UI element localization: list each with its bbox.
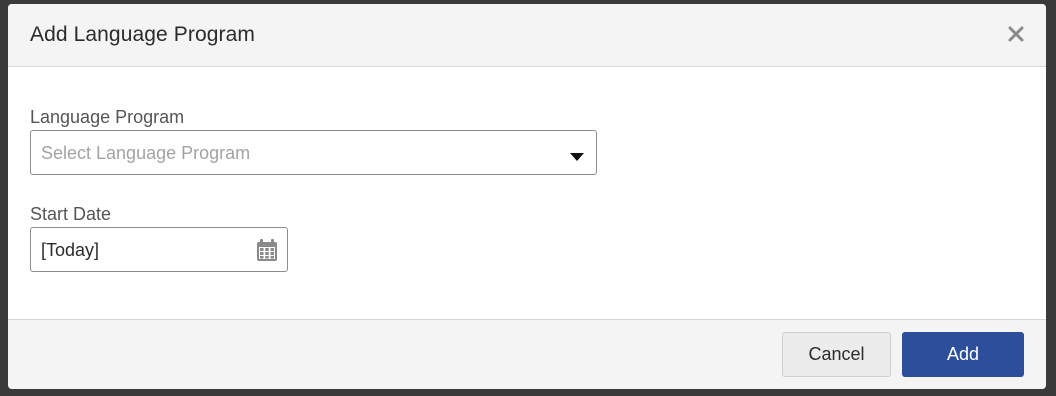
language-program-select[interactable]: Select Language Program bbox=[30, 130, 597, 175]
close-icon[interactable] bbox=[1004, 22, 1028, 46]
language-program-placeholder: Select Language Program bbox=[41, 143, 251, 163]
start-date-label: Start Date bbox=[30, 204, 112, 224]
caret-down-icon bbox=[570, 149, 584, 167]
dialog-footer: Cancel Add bbox=[8, 319, 1046, 389]
dialog-body: Language Program Select Language Program… bbox=[8, 67, 1046, 319]
start-date-value: [Today] bbox=[41, 240, 100, 260]
language-program-label: Language Program bbox=[30, 107, 185, 127]
dialog-title: Add Language Program bbox=[30, 23, 255, 46]
start-date-field[interactable]: [Today] bbox=[30, 227, 288, 272]
add-language-program-dialog: Add Language Program Language Program Se… bbox=[8, 4, 1046, 389]
cancel-button[interactable]: Cancel bbox=[782, 332, 891, 377]
add-button[interactable]: Add bbox=[902, 332, 1024, 377]
calendar-icon[interactable] bbox=[257, 239, 277, 266]
dialog-header: Add Language Program bbox=[8, 4, 1046, 67]
